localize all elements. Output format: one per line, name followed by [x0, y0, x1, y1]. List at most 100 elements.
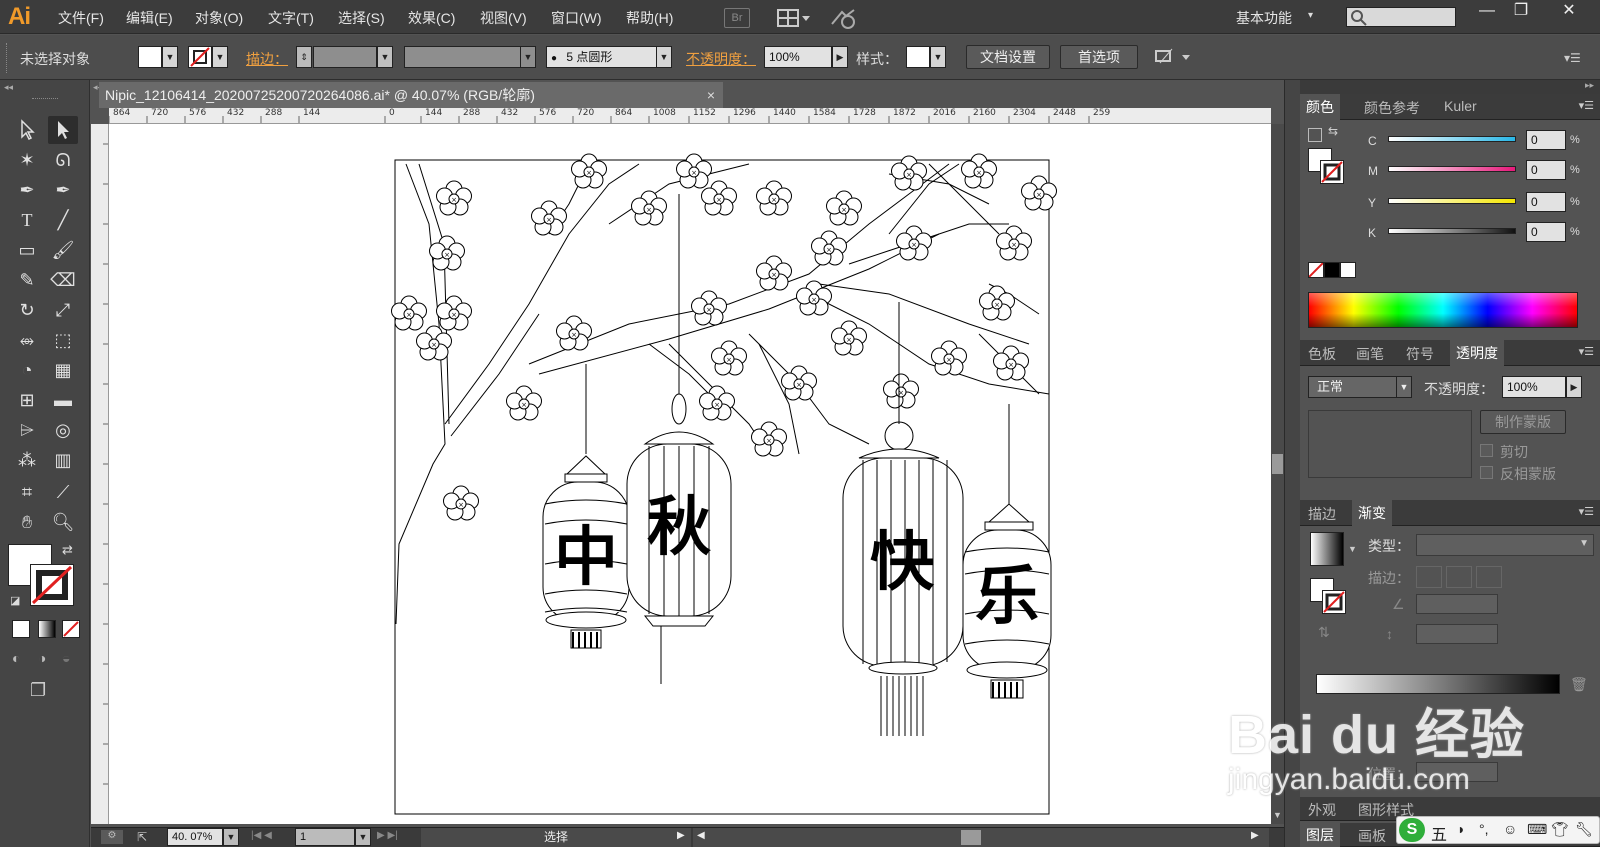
channel-y-slider[interactable] — [1388, 198, 1516, 204]
gradient-mode-icon[interactable] — [38, 620, 56, 638]
document-setup-button[interactable]: 文档设置 — [966, 45, 1050, 69]
black-swatch[interactable] — [1324, 262, 1340, 278]
opacity-field[interactable]: 100% — [1502, 376, 1566, 398]
menu-select[interactable]: 选择(S) — [338, 8, 385, 28]
minimize-icon[interactable]: — — [1470, 0, 1504, 24]
workspace-switcher[interactable]: 基本功能 — [1236, 8, 1292, 28]
menu-file[interactable]: 文件(F) — [58, 8, 104, 28]
align-options-icon[interactable] — [1154, 47, 1194, 67]
tab-stroke[interactable]: 描边 — [1308, 504, 1336, 524]
stroke-gradient-across-icon[interactable] — [1476, 566, 1502, 588]
menu-type[interactable]: 文字(T) — [268, 8, 314, 28]
style-dropdown[interactable]: ▼ — [930, 46, 946, 68]
stroke-gradient-along-icon[interactable] — [1446, 566, 1472, 588]
stroke-swatch[interactable] — [188, 46, 212, 68]
gpu-performance-icon[interactable] — [828, 6, 858, 30]
swap-colors-icon[interactable]: ⇆ — [1328, 124, 1338, 138]
ime-punctuation-icon[interactable]: °, — [1479, 821, 1489, 837]
panel-menu-icon[interactable]: ▾☰ — [1579, 345, 1594, 358]
eraser-tool-icon[interactable]: ⌫ — [48, 266, 78, 294]
scroll-thumb[interactable] — [961, 830, 981, 845]
page-field[interactable]: 1 — [295, 828, 355, 846]
channel-c-field[interactable]: 0 — [1526, 130, 1566, 150]
tab-color[interactable]: 颜色 — [1300, 94, 1340, 120]
none-mode-icon[interactable] — [62, 620, 80, 638]
swap-colors-icon[interactable]: ⇄ — [62, 542, 73, 558]
menu-object[interactable]: 对象(O) — [195, 8, 243, 28]
next-page-icon[interactable]: ▶ ▶| — [377, 830, 398, 841]
preferences-button[interactable]: 首选项 — [1060, 45, 1138, 69]
opacity-field[interactable]: 100% — [764, 46, 832, 68]
free-transform-tool-icon[interactable]: ⬚ — [48, 326, 78, 354]
make-mask-button[interactable]: 制作蒙版 — [1480, 410, 1566, 434]
scroll-thumb[interactable] — [1272, 454, 1283, 474]
horizontal-ruler[interactable]: 864 720 576 432 288 144 0 144 288 432 57… — [109, 108, 1271, 124]
channel-y-field[interactable]: 0 — [1526, 192, 1566, 212]
column-graph-tool-icon[interactable]: ▥ — [48, 446, 78, 474]
blend-mode-dropdown[interactable]: ▼ — [1396, 376, 1412, 398]
canvas[interactable]: × — [109, 124, 1271, 824]
stroke-color-box[interactable] — [1320, 160, 1344, 184]
tab-symbols[interactable]: 符号 — [1406, 344, 1434, 364]
position-field[interactable] — [1416, 762, 1498, 782]
mesh-tool-icon[interactable]: ⊞ — [12, 386, 42, 414]
opacity-arrow[interactable]: ▶ — [832, 46, 848, 68]
vertical-scrollbar[interactable]: ▼ — [1271, 124, 1284, 824]
lasso-tool-icon[interactable]: ᘏ — [48, 146, 78, 174]
rectangle-tool-icon[interactable]: ▭ — [12, 236, 42, 264]
panel-menu-icon[interactable]: ▾☰ — [1564, 51, 1581, 65]
status-menu-icon[interactable]: ▶ — [677, 830, 685, 841]
channel-k-slider[interactable] — [1388, 228, 1516, 234]
menu-help[interactable]: 帮助(H) — [626, 8, 673, 28]
ime-keyboard-icon[interactable]: ⌨ — [1527, 821, 1547, 838]
default-colors-icon[interactable] — [1308, 128, 1322, 142]
scroll-right-icon[interactable]: ▶ — [1251, 830, 1259, 841]
gradient-type-select[interactable]: ▼ — [1416, 534, 1594, 556]
fill-dropdown[interactable]: ▼ — [162, 46, 178, 68]
line-segment-tool-icon[interactable]: ╱ — [48, 206, 78, 234]
hand-tool-icon[interactable]: ✋︎ — [12, 508, 42, 536]
gradient-dropdown-icon[interactable]: ▼ — [1348, 544, 1357, 554]
panel-menu-icon[interactable]: ▾☰ — [1579, 505, 1594, 518]
arrange-documents-icon[interactable] — [776, 8, 812, 28]
close-icon[interactable]: ✕ — [1552, 0, 1586, 24]
blend-tool-icon[interactable]: ◎ — [48, 416, 78, 444]
zoom-field[interactable]: 40. 07% — [167, 828, 223, 846]
draw-normal-icon[interactable]: ◐ — [12, 650, 20, 666]
restore-icon[interactable]: ❐ — [1504, 0, 1538, 24]
gradient-preview[interactable] — [1310, 532, 1344, 566]
horizontal-scrollbar[interactable]: ◀ ▶ — [693, 828, 1269, 847]
stroke-color-box[interactable] — [1322, 590, 1346, 614]
zoom-tool-icon[interactable]: 🔍︎ — [48, 508, 78, 536]
rotate-tool-icon[interactable]: ↻ — [12, 296, 42, 324]
tab-artboards[interactable]: 画板 — [1358, 826, 1386, 846]
direct-selection-tool-icon[interactable] — [48, 116, 78, 144]
menu-view[interactable]: 视图(V) — [480, 8, 527, 28]
color-spectrum[interactable] — [1308, 292, 1578, 328]
stroke-gradient-within-icon[interactable] — [1416, 566, 1442, 588]
ime-skin-icon[interactable]: 👕︎ — [1551, 821, 1569, 838]
channel-m-slider[interactable] — [1388, 166, 1516, 172]
pencil-tool-icon[interactable]: ✎ — [12, 266, 42, 294]
menu-effect[interactable]: 效果(C) — [408, 8, 455, 28]
default-colors-icon[interactable]: ◪ — [10, 594, 20, 607]
menu-window[interactable]: 窗口(W) — [551, 8, 602, 28]
tab-appearance[interactable]: 外观 — [1308, 800, 1336, 820]
tab-swatches[interactable]: 色板 — [1308, 344, 1336, 364]
draw-inside-icon[interactable]: ◒ — [62, 650, 70, 666]
tab-color-guide[interactable]: 颜色参考 — [1364, 98, 1420, 118]
opacity-label[interactable]: 不透明度： — [686, 49, 756, 69]
artboard-tool-icon[interactable]: ⌗ — [12, 478, 42, 506]
color-mode-icon[interactable] — [12, 620, 30, 638]
bridge-button[interactable]: Br — [724, 8, 750, 28]
vertical-ruler[interactable] — [91, 124, 109, 824]
trash-icon[interactable]: 🗑︎ — [1570, 676, 1588, 693]
paintbrush-tool-icon[interactable]: 🖌︎ — [48, 236, 78, 264]
gradient-slider[interactable] — [1316, 674, 1560, 694]
tool-status[interactable]: 选择 — [421, 828, 691, 847]
stroke-label[interactable]: 描边： — [246, 49, 288, 69]
none-swatch[interactable] — [1308, 262, 1324, 278]
draw-behind-icon[interactable]: ◑ — [38, 650, 46, 666]
gradient-tool-icon[interactable]: ▬ — [48, 386, 78, 414]
tab-gradient[interactable]: 渐变 — [1352, 500, 1392, 526]
